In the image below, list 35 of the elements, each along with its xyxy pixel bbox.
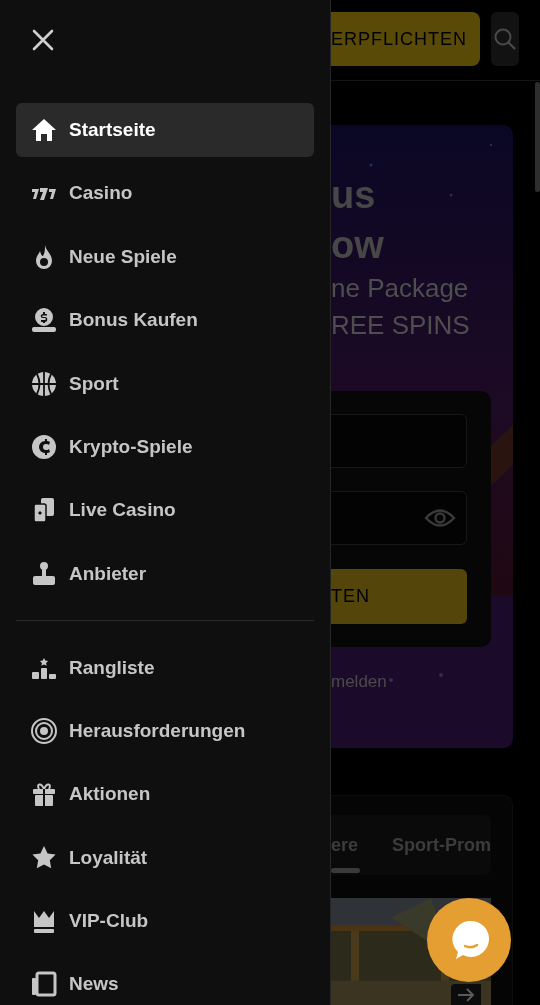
coin-icon xyxy=(30,432,58,461)
search-icon xyxy=(493,27,517,51)
target-icon xyxy=(30,716,58,745)
joystick-icon xyxy=(30,559,58,588)
nav-item[interactable]: Loyalität xyxy=(16,830,314,885)
nav-item[interactable]: Rangliste xyxy=(16,640,314,695)
home-icon xyxy=(30,116,58,144)
close-icon[interactable] xyxy=(32,29,54,51)
coin-icon xyxy=(30,306,58,335)
nav-item[interactable]: Bonus Kaufen xyxy=(16,293,314,348)
nav-item[interactable]: Neue Spiele xyxy=(16,229,314,284)
password-field[interactable] xyxy=(331,491,467,545)
nav-item[interactable]: Live Casino xyxy=(16,483,314,538)
basketball-icon xyxy=(30,369,58,398)
scrollbar[interactable] xyxy=(535,82,540,192)
nav-item[interactable]: Startseite xyxy=(16,103,314,157)
newspaper-icon xyxy=(30,970,58,999)
nav-item[interactable]: Krypto-Spiele xyxy=(16,419,314,474)
nav-item[interactable]: Herausforderungen xyxy=(16,703,314,758)
input-field[interactable] xyxy=(331,414,467,468)
banner-subtitle: REE SPINS xyxy=(331,309,471,342)
nav-item[interactable]: Aktionen xyxy=(16,767,314,822)
gift-icon xyxy=(30,780,58,809)
search-button[interactable] xyxy=(491,12,519,66)
banner-title: ow xyxy=(331,223,385,268)
nav-item[interactable]: News xyxy=(16,957,314,1005)
nav-item[interactable]: VIP-Club xyxy=(16,894,314,949)
arrow-icon xyxy=(457,986,475,1003)
banner-subtitle: ne Package xyxy=(331,272,470,305)
nav-item[interactable]: Anbieter xyxy=(16,546,314,601)
eye-icon[interactable] xyxy=(424,507,456,529)
nav-item[interactable]: Sport xyxy=(16,356,314,411)
banner-title: us xyxy=(331,173,377,218)
next-button[interactable] xyxy=(451,984,481,1005)
nav-item[interactable]: Casino xyxy=(16,166,314,221)
